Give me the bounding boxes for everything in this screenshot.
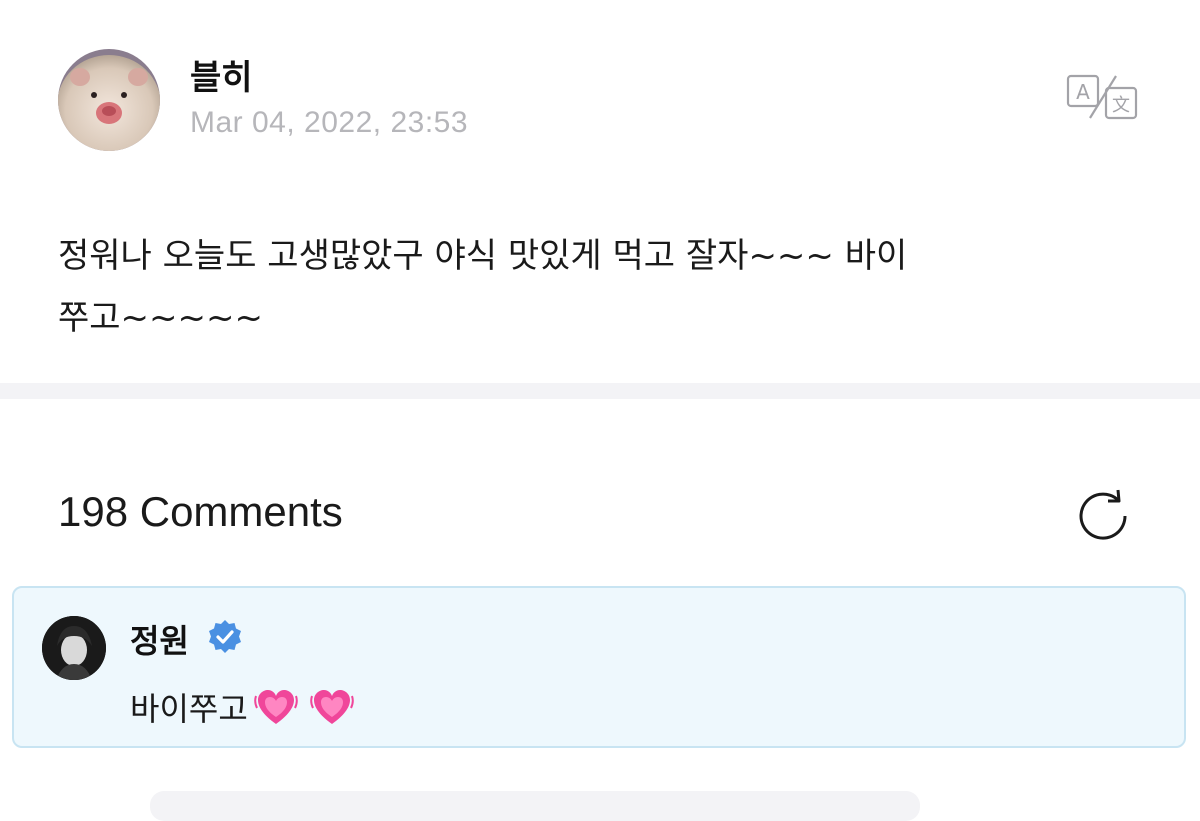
- post-timestamp: Mar 04, 2022, 23:53: [190, 106, 469, 139]
- comment-text: 바이쭈고: [130, 684, 354, 730]
- comment-item-highlighted[interactable]: 정원 바이쭈고: [12, 586, 1186, 748]
- comment-author-avatar[interactable]: [42, 616, 106, 680]
- svg-text:文: 文: [1112, 95, 1130, 116]
- verified-badge-icon: [206, 618, 244, 656]
- translate-icon: A 文: [1066, 74, 1138, 120]
- post-author-name[interactable]: 블히: [190, 50, 253, 99]
- post-header: 블히 Mar 04, 2022, 23:53 A 文: [0, 0, 1200, 170]
- user-avatar-icon: [42, 616, 106, 680]
- comments-count-title: 198 Comments: [58, 488, 343, 535]
- post-body-text: 정워나 오늘도 고생많았구 야식 맛있게 먹고 잘자~~~ 바이 쭈고~~~~~: [58, 236, 908, 338]
- section-divider: [0, 383, 1200, 399]
- refresh-icon: [1079, 489, 1127, 540]
- author-avatar[interactable]: [58, 49, 160, 151]
- refresh-comments-button[interactable]: [1073, 486, 1133, 546]
- comment-author-name[interactable]: 정원: [130, 616, 189, 662]
- reply-bubble-partial: [150, 791, 920, 821]
- hamster-avatar-icon: [58, 49, 160, 151]
- comment-text-content: 바이쭈고: [130, 690, 248, 728]
- heart-icon: [309, 690, 354, 724]
- heart-icon: [253, 690, 298, 724]
- svg-text:A: A: [1076, 80, 1090, 104]
- translate-button[interactable]: A 文: [1066, 72, 1140, 122]
